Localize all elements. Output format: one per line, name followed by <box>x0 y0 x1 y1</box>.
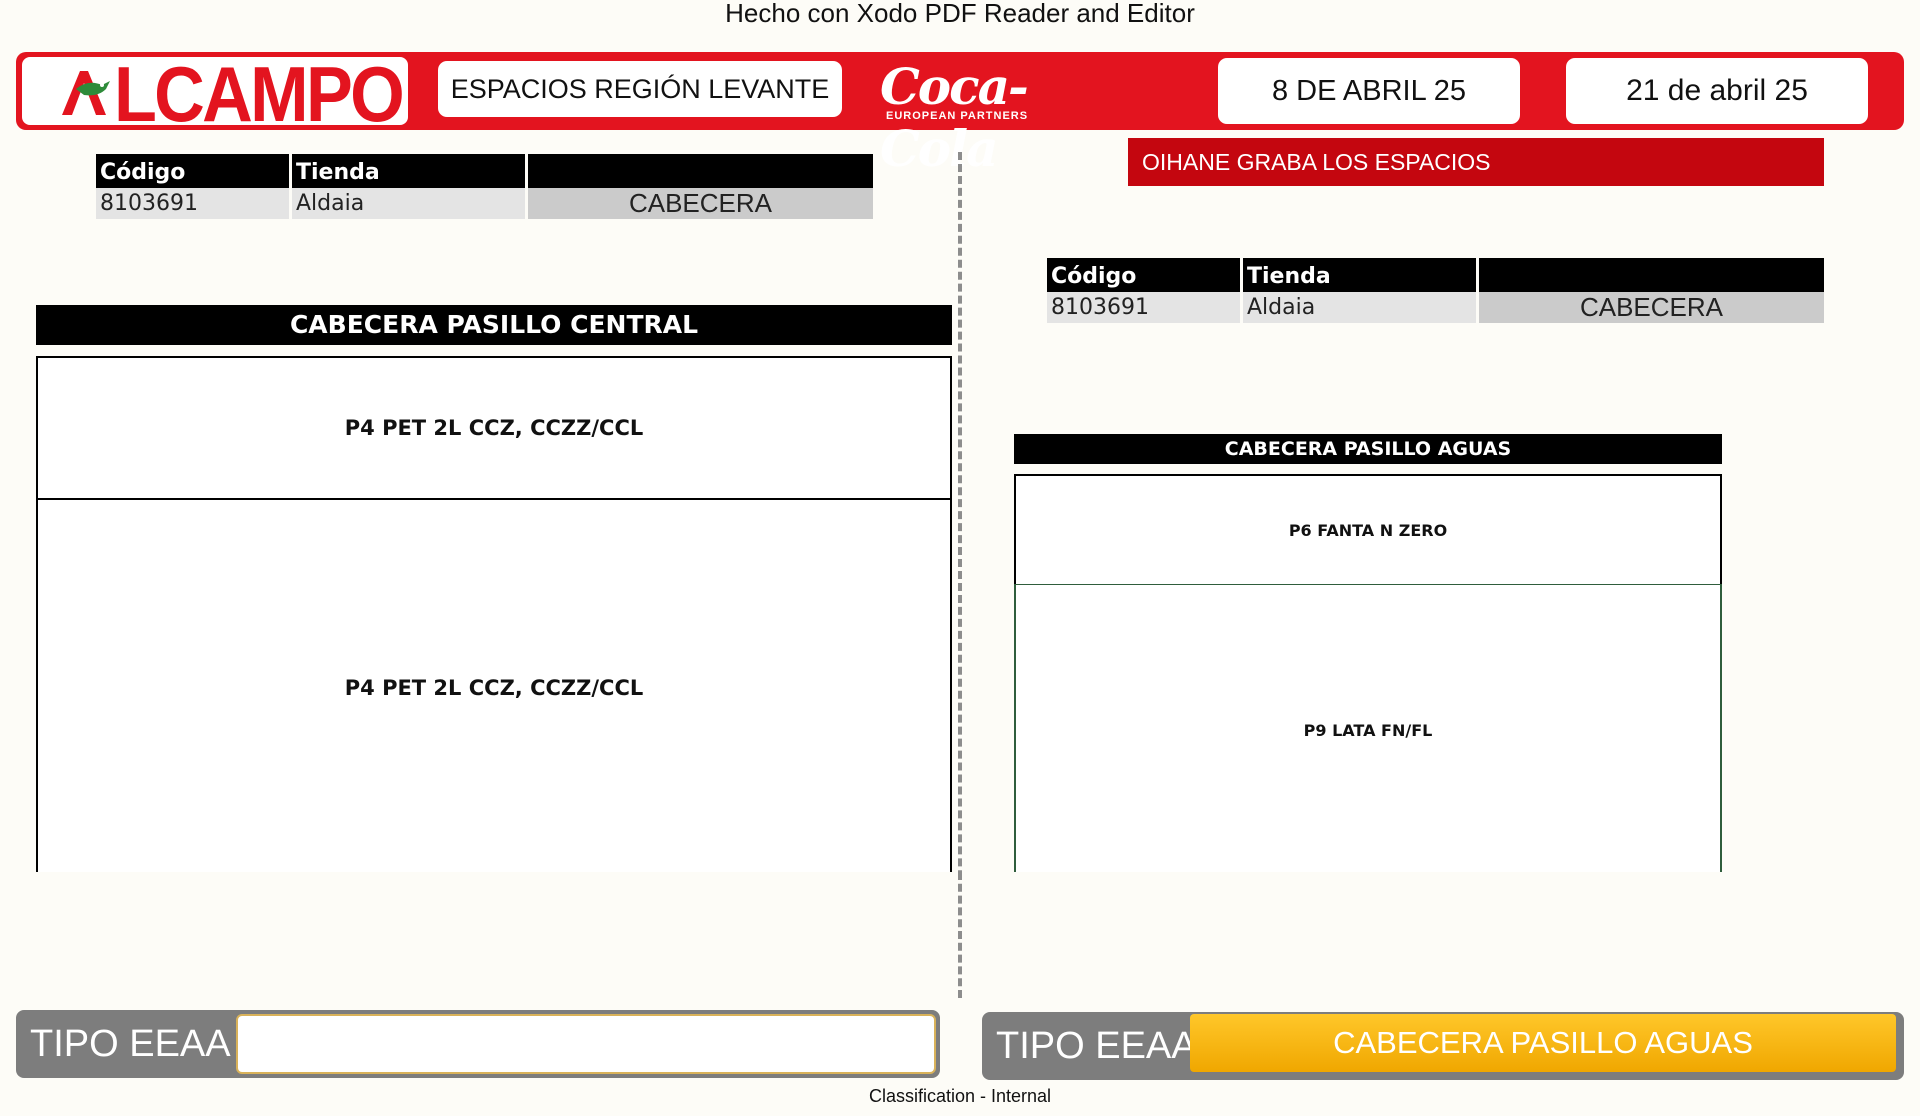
right-slot-1: P6 FANTA N ZERO <box>1014 474 1722 586</box>
type-header <box>528 154 873 188</box>
type-value: CABECERA <box>1479 292 1824 323</box>
store-header: Tienda <box>1243 258 1476 292</box>
logo-wordmark: LCAMPO <box>114 50 405 138</box>
left-slot-1-label: P4 PET 2L CCZ, CCZZ/CCL <box>344 416 644 440</box>
tipo-value-field[interactable] <box>236 1014 936 1074</box>
tipo-eeaa-left: TIPO EEAA <box>16 1010 940 1078</box>
type-header <box>1479 258 1824 292</box>
right-section-title: CABECERA PASILLO AGUAS <box>1014 434 1722 464</box>
notice-banner: OIHANE GRABA LOS ESPACIOS <box>1128 138 1824 186</box>
code-value: 8103691 <box>1047 292 1240 323</box>
left-section-title: CABECERA PASILLO CENTRAL <box>36 305 952 345</box>
tipo-label: TIPO EEAA <box>996 1025 1197 1067</box>
type-value: CABECERA <box>528 188 873 219</box>
left-info-table: Código Tienda 8103691 Aldaia CABECERA <box>93 154 876 219</box>
code-value: 8103691 <box>96 188 289 219</box>
code-header: Código <box>1047 258 1240 292</box>
region-title: ESPACIOS REGIÓN LEVANTE <box>438 61 842 117</box>
store-value: Aldaia <box>292 188 525 219</box>
store-header: Tienda <box>292 154 525 188</box>
start-date: 8 DE ABRIL 25 <box>1218 58 1520 124</box>
classification-label: Classification - Internal <box>868 1086 1052 1106</box>
tipo-value-field[interactable]: CABECERA PASILLO AGUAS <box>1190 1014 1896 1072</box>
code-header: Código <box>96 154 289 188</box>
tipo-eeaa-right: TIPO EEAA CABECERA PASILLO AGUAS <box>982 1012 1904 1080</box>
alcampo-logo: LCAMPO <box>22 50 408 138</box>
left-slot-2-label: P4 PET 2L CCZ, CCZZ/CCL <box>344 676 644 700</box>
right-slot-2-label: P9 LATA FN/FL <box>1303 721 1433 740</box>
page-divider-lower <box>958 872 962 998</box>
right-slot-1-label: P6 FANTA N ZERO <box>1288 520 1448 540</box>
right-slot-2: P9 LATA FN/FL <box>1014 584 1722 876</box>
bird-icon <box>62 71 110 115</box>
coke-subtitle: EUROPEAN PARTNERS <box>886 110 1029 122</box>
store-value: Aldaia <box>1243 292 1476 323</box>
tipo-label: TIPO EEAA <box>30 1023 231 1065</box>
left-slot-2: P4 PET 2L CCZ, CCZZ/CCL <box>36 498 952 876</box>
left-slot-1: P4 PET 2L CCZ, CCZZ/CCL <box>36 356 952 500</box>
watermark-text: Hecho con Xodo PDF Reader and Editor <box>725 0 1195 28</box>
right-info-table: Código Tienda 8103691 Aldaia CABECERA <box>1044 258 1827 323</box>
coca-cola-logo: Coca-Cola EUROPEAN PARTNERS <box>880 56 1040 178</box>
end-date: 21 de abril 25 <box>1566 58 1868 124</box>
